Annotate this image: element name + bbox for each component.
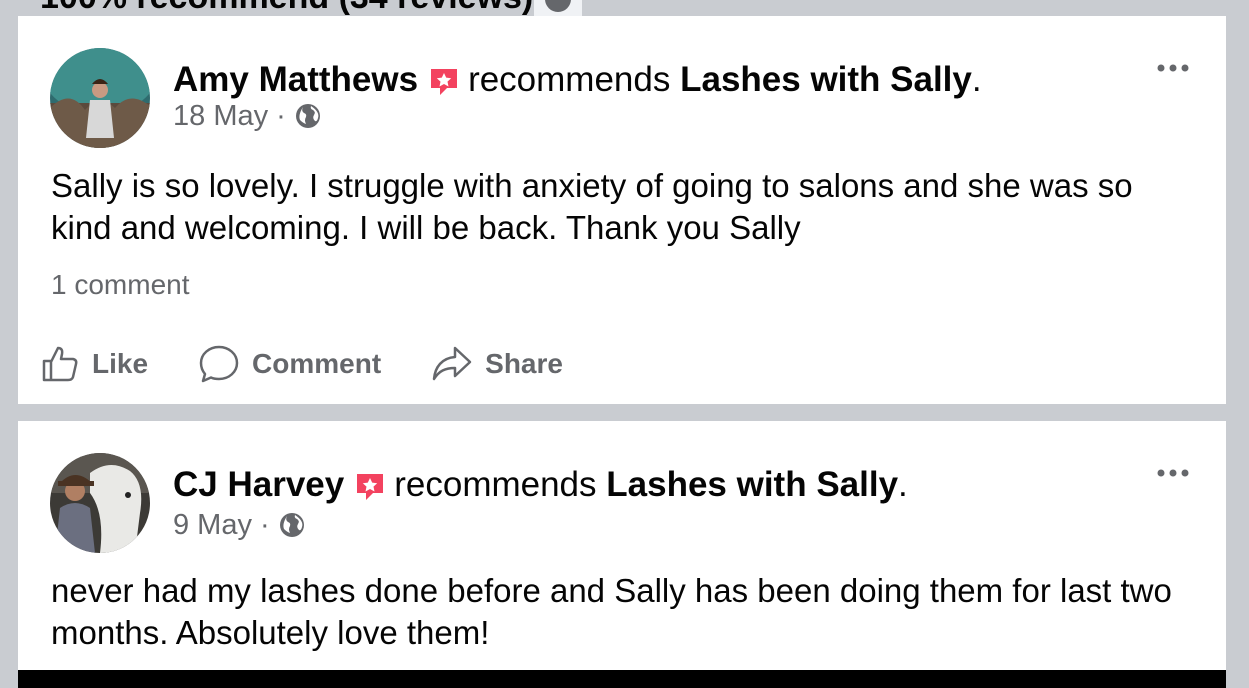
post-body: never had my lashes done before and Sall… [51, 572, 1172, 651]
header-period: . [971, 60, 982, 99]
like-label: Like [92, 348, 149, 379]
post-date[interactable]: 9 May [173, 509, 252, 541]
more-options-icon[interactable] [1156, 467, 1190, 479]
comment-count-link[interactable]: 1 comment [51, 269, 190, 301]
more-options-icon[interactable] [1156, 62, 1190, 74]
like-button[interactable]: Like [40, 344, 148, 384]
page-name-link[interactable]: Lashes with Sally [680, 60, 972, 99]
comment-label: Comment [252, 348, 382, 379]
globe-icon [295, 104, 320, 128]
post-body: Sally is so lovely. I struggle with anxi… [51, 167, 1133, 246]
share-label: Share [485, 348, 563, 379]
post-meta: 18 May · [173, 102, 322, 131]
comment-icon [199, 345, 239, 383]
author-name[interactable]: CJ Harvey [173, 465, 344, 504]
recommend-badge-icon [357, 474, 384, 500]
meta-separator: · [276, 100, 286, 132]
comment-button[interactable]: Comment [198, 344, 381, 384]
avatar[interactable] [50, 48, 150, 148]
recommends-label: recommends [468, 60, 671, 99]
like-icon [42, 346, 78, 382]
recommends-label: recommends [394, 465, 597, 504]
post-date[interactable]: 18 May [173, 100, 268, 132]
post-header: Amy Matthews recommends Lashes with Sall… [173, 62, 982, 97]
meta-separator: · [259, 509, 270, 541]
reviews-summary-heading: 100% recommend (34 reviews) [0, 0, 1249, 16]
author-name[interactable]: Amy Matthews [173, 60, 418, 99]
review-post: CJ Harvey recommends Lashes with Sally. … [18, 421, 1226, 688]
post-actions-bar: Like Comment Share [40, 341, 613, 387]
share-button[interactable]: Share [431, 344, 563, 384]
header-period: . [898, 465, 908, 504]
review-post: Amy Matthews recommends Lashes with Sall… [18, 16, 1226, 404]
media-preview-edge [18, 670, 1226, 688]
post-meta: 9 May · [173, 511, 306, 540]
avatar[interactable] [50, 453, 150, 553]
reviews-summary-text: 100% recommend (34 reviews) [40, 0, 533, 16]
recommend-badge-icon [431, 69, 458, 95]
globe-icon [279, 513, 304, 537]
post-header: CJ Harvey recommends Lashes with Sally. [173, 467, 908, 502]
page-name-link[interactable]: Lashes with Sally [606, 465, 898, 504]
share-icon [432, 346, 472, 381]
